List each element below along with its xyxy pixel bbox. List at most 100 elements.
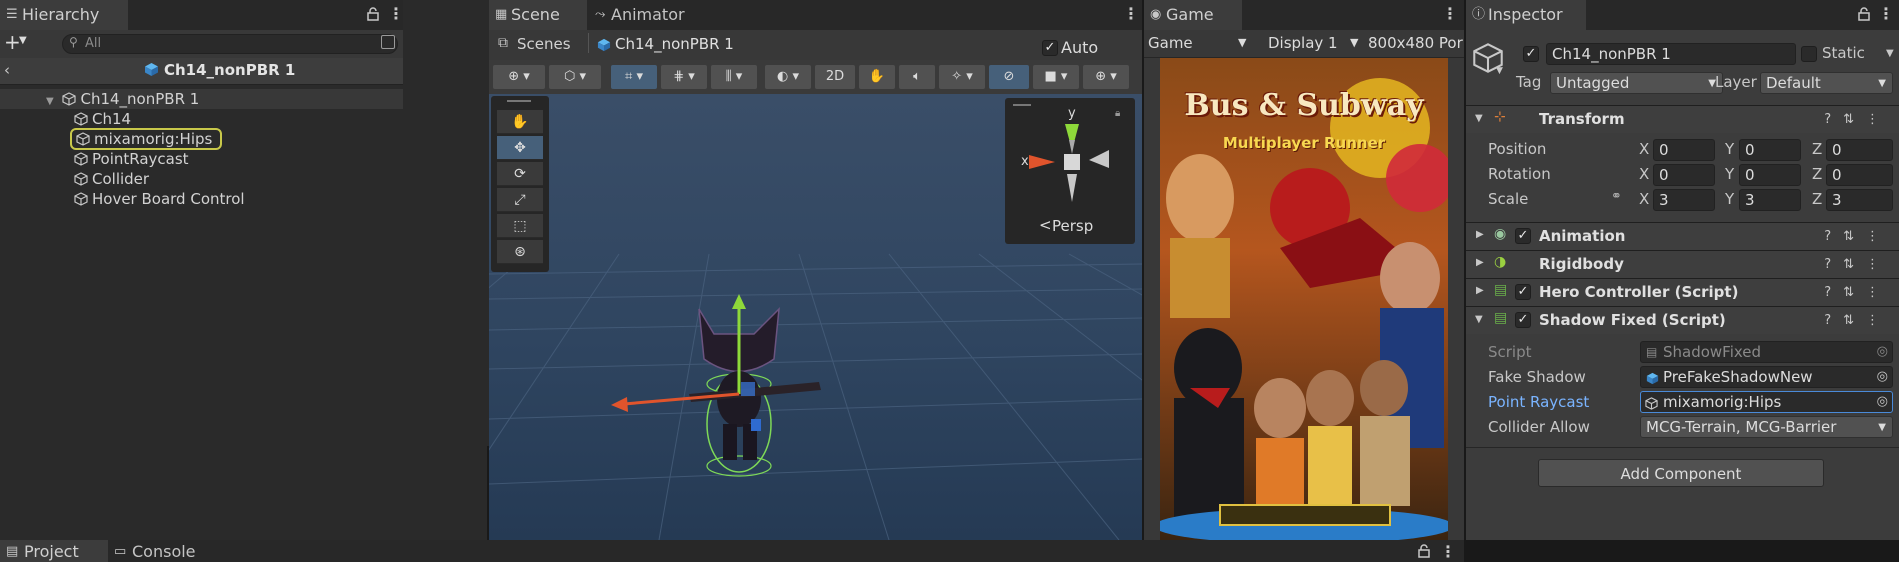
toggle-2d-button[interactable]: 2D [815, 65, 855, 89]
hero-controller-header[interactable]: ▶ ▤ ✓ Hero Controller (Script) ?⇅⋮ [1466, 278, 1899, 306]
tree-item-pointraycast[interactable]: PointRaycast [74, 149, 189, 169]
foldout-open-icon[interactable]: ▼ [1475, 113, 1483, 124]
tab-console[interactable]: ▭ Console [108, 540, 218, 562]
scene-visibility-button[interactable]: ⊘ [989, 65, 1029, 89]
lock-icon[interactable] [1418, 544, 1430, 562]
tool-scale[interactable]: ⤢ [497, 188, 543, 212]
tab-inspector[interactable]: ⓘ Inspector [1466, 0, 1586, 30]
inspector-menu-icon[interactable]: ⋮ [1878, 6, 1894, 22]
scale-x-field[interactable]: 3 [1653, 189, 1715, 211]
point-raycast-field[interactable]: mixamorig:Hips ◎ [1640, 391, 1893, 413]
tag-dropdown[interactable]: Untagged ▼ [1550, 72, 1723, 94]
hero-controller-enabled-checkbox[interactable]: ✓ [1515, 284, 1531, 300]
component-actions-icons[interactable]: ?⇅⋮ [1824, 229, 1891, 244]
animation-header[interactable]: ▶ ◉ ✓ Animation ?⇅⋮ [1466, 222, 1899, 250]
lock-icon[interactable] [1858, 7, 1870, 21]
display-dropdown[interactable]: Display 1 [1268, 34, 1338, 52]
game-mode-dropdown[interactable]: Game [1148, 34, 1193, 52]
foldout-closed-icon[interactable]: ▶ [1476, 257, 1484, 268]
rotation-y-field[interactable]: 0 [1739, 164, 1801, 186]
foldout-closed-icon[interactable]: ▶ [1476, 229, 1484, 240]
foldout-closed-icon[interactable]: ▶ [1476, 285, 1484, 296]
lock-icon[interactable] [367, 7, 379, 21]
component-actions-icons[interactable]: ?⇅⋮ [1824, 112, 1891, 127]
shadow-fixed-enabled-checkbox[interactable]: ✓ [1515, 312, 1531, 328]
rotation-x-field[interactable]: 0 [1653, 164, 1715, 186]
rotation-z-field[interactable]: 0 [1826, 164, 1893, 186]
chevron-down-icon[interactable]: ▼ [1496, 66, 1503, 76]
tool-move[interactable]: ✥ [497, 136, 543, 160]
search-filter-icon[interactable] [381, 35, 395, 49]
tree-item-collider[interactable]: Collider [74, 169, 149, 189]
layer-dropdown[interactable]: Default ▼ [1760, 72, 1893, 94]
tree-item-mixamorig-hips[interactable]: mixamorig:Hips [70, 128, 223, 150]
gizmos-dropdown[interactable]: ⊕ ▾ [1083, 65, 1129, 89]
transform-header[interactable]: ▼ ⊹ Transform ?⇅⋮ [1466, 105, 1899, 133]
object-active-checkbox[interactable]: ✓ [1523, 46, 1539, 62]
add-component-button[interactable]: Add Component [1538, 459, 1824, 487]
hierarchy-menu-icon[interactable]: ⋮ [388, 6, 403, 22]
tool-pivot-dropdown[interactable]: ⬡ ▾ [549, 65, 601, 89]
rigidbody-header[interactable]: ▶ ◑ Rigidbody ?⇅⋮ [1466, 250, 1899, 278]
foldout-open-icon[interactable]: ▼ [1475, 314, 1483, 325]
scale-y-field[interactable]: 3 [1739, 189, 1801, 211]
tree-item-ch14[interactable]: Ch14 [74, 109, 131, 129]
animation-enabled-checkbox[interactable]: ✓ [1515, 228, 1531, 244]
static-checkbox[interactable] [1801, 46, 1817, 62]
create-dropdown-icon[interactable]: ▼ [19, 35, 27, 46]
tab-scene[interactable]: ▦ Scene [489, 0, 587, 30]
position-x-value: 0 [1659, 141, 1669, 159]
camera-dropdown[interactable]: ■ ▾ [1033, 65, 1079, 89]
position-x-field[interactable]: 0 [1653, 139, 1715, 161]
scene-menu-icon[interactable]: ⋮ [1123, 6, 1139, 22]
tab-game[interactable]: ◉ Game [1144, 0, 1242, 30]
game-menu-icon[interactable]: ⋮ [1442, 6, 1458, 22]
scene-viewport[interactable]: ✋ ✥ ⟳ ⤢ ⬚ ⊛ 🔒︎ y x < Persp [489, 94, 1142, 540]
position-z-field[interactable]: 0 [1826, 139, 1893, 161]
component-actions-icons[interactable]: ?⇅⋮ [1824, 257, 1891, 272]
component-actions-icons[interactable]: ?⇅⋮ [1824, 313, 1891, 328]
position-y-field[interactable]: 0 [1739, 139, 1801, 161]
tree-item-root[interactable]: ▼ Ch14_nonPBR 1 [46, 89, 199, 109]
tree-item-hover-board-control[interactable]: Hover Board Control [74, 189, 245, 209]
tool-hand[interactable]: ✋ [497, 110, 543, 134]
scale-z-field[interactable]: 3 [1826, 189, 1893, 211]
lighting-button[interactable]: ✋ [859, 65, 895, 89]
tool-handle-position-dropdown[interactable]: ⊕ ▾ [493, 65, 545, 89]
foldout-open-icon[interactable]: ▼ [46, 96, 54, 107]
add-component-label: Add Component [1620, 465, 1742, 483]
shadow-fixed-header[interactable]: ▼ ▤ ✓ Shadow Fixed (Script) ?⇅⋮ [1466, 306, 1899, 334]
audio-button[interactable]: 🔈︎ [899, 65, 935, 89]
component-actions-icons[interactable]: ?⇅⋮ [1824, 285, 1891, 300]
orientation-gizmo[interactable]: 🔒︎ y x < Persp [1005, 98, 1135, 244]
collider-allow-dropdown[interactable]: MCG-Terrain, MCG-Barrier ▼ [1640, 416, 1893, 438]
tool-rotate[interactable]: ⟳ [497, 162, 543, 186]
auto-save-checkbox[interactable]: ✓ [1042, 40, 1058, 56]
grid-snap-button[interactable]: ⌗ ▾ [611, 65, 657, 89]
increment-snap-dropdown[interactable]: ⋕ ▾ [661, 65, 707, 89]
resolution-dropdown[interactable]: 800x480 Por [1368, 34, 1463, 52]
object-name-field[interactable]: Ch14_nonPBR 1 [1546, 43, 1796, 65]
link-icon[interactable]: ⚭ [1611, 189, 1622, 204]
game-view[interactable]: Bus & Subway Multiplayer Runner [1160, 58, 1448, 540]
persp-label[interactable]: Persp [1052, 217, 1093, 235]
tool-transform[interactable]: ⊛ [497, 240, 543, 264]
tab-hierarchy[interactable]: ☰ Hierarchy [0, 0, 128, 30]
back-arrow-icon[interactable]: ‹ [4, 61, 10, 79]
tab-animator[interactable]: ⤳ Animator [589, 0, 699, 30]
breadcrumb-object[interactable]: Ch14_nonPBR 1 [615, 35, 734, 53]
chevron-down-icon[interactable]: ▼ [1886, 48, 1894, 59]
layer-label: Layer [1715, 73, 1757, 91]
object-name-value: Ch14_nonPBR 1 [1552, 45, 1671, 63]
tab-project[interactable]: ▤ Project [0, 540, 108, 562]
fake-shadow-field[interactable]: PreFakeShadowNew ◎ [1640, 366, 1893, 388]
bottom-menu-icon[interactable]: ⋮ [1440, 542, 1456, 561]
effects-dropdown[interactable]: ✧ ▾ [939, 65, 985, 89]
breadcrumb-scenes[interactable]: Scenes [517, 35, 571, 53]
hierarchy-search-input[interactable]: All [62, 34, 398, 54]
grid-visibility-dropdown[interactable]: ⫼ ▾ [711, 65, 757, 89]
object-picker-icon[interactable]: ◎ [1877, 367, 1888, 387]
tool-rect[interactable]: ⬚ [497, 214, 543, 238]
object-picker-icon[interactable]: ◎ [1877, 392, 1888, 412]
shading-mode-dropdown[interactable]: ◐ ▾ [765, 65, 811, 89]
